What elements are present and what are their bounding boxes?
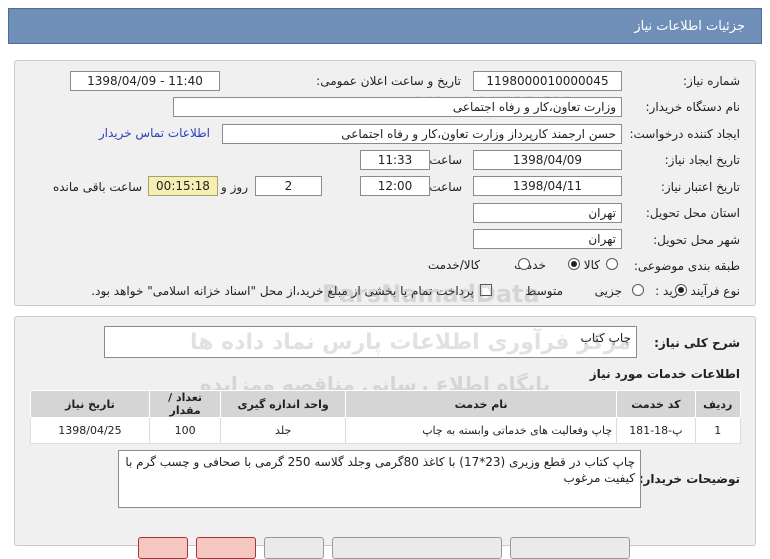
validity-date-field[interactable]: 1398/04/11 — [473, 176, 622, 196]
process-label: نوع فرآیند خرید : — [655, 284, 740, 298]
cell-service-code: پ-18-181 — [616, 417, 696, 444]
treasury-payment-note: پرداخت تمام یا بخشی از مبلغ خرید،از محل … — [91, 284, 474, 298]
bottom-button-5[interactable] — [510, 537, 630, 559]
col-quantity: تعداد / مقدار — [148, 390, 222, 418]
city-label: شهر محل تحویل: — [653, 233, 740, 247]
created-time-label: ساعت — [429, 153, 462, 167]
treasury-payment-checkbox[interactable] — [480, 284, 492, 296]
services-table: ردیف کد خدمت نام خدمت واحد اندازه گیری ت… — [30, 390, 742, 444]
city-field[interactable]: تهران — [473, 229, 622, 249]
buyer-org-label: نام دستگاه خریدار: — [645, 100, 741, 114]
cell-row: 1 — [694, 417, 742, 444]
announce-field[interactable]: 1398/04/09 - 11:40 — [70, 71, 220, 91]
col-service-name: نام خدمت — [345, 390, 618, 418]
col-service-code: کد خدمت — [616, 390, 696, 418]
created-date-field[interactable]: 1398/04/09 — [473, 150, 622, 170]
services-table-wrap: ردیف کد خدمت نام خدمت واحد اندازه گیری ت… — [30, 390, 742, 444]
buyer-desc-field[interactable]: چاپ کتاب در قطع وزیری (23*17) با کاغذ 80… — [118, 450, 641, 508]
requester-field[interactable]: حسن ارجمند کارپرداز وزارت تعاون،کار و رف… — [222, 124, 622, 144]
bottom-button-3[interactable] — [264, 537, 324, 559]
category-label: طبقه بندی موضوعی: — [633, 259, 740, 273]
validity-time-field[interactable]: 12:00 — [360, 176, 430, 196]
need-number-label: شماره نیاز: — [683, 74, 740, 88]
category-option-goods-service: کالا/خدمت — [427, 258, 480, 272]
cell-unit: جلد — [220, 417, 347, 444]
remaining-time-field: 00:15:18 — [148, 176, 218, 196]
process-option-minor: جزیی — [594, 284, 622, 298]
summary-label: شرح کلی نیاز: — [654, 336, 740, 350]
days-field[interactable]: 2 — [255, 176, 322, 196]
bottom-button-2[interactable] — [196, 537, 256, 559]
buyer-contact-link[interactable]: اطلاعات تماس خریدار — [99, 126, 210, 140]
summary-field[interactable]: چاپ کتاب — [104, 326, 637, 358]
bottom-button-4[interactable] — [332, 537, 502, 559]
category-radio-service[interactable] — [567, 258, 580, 270]
buyer-desc-label: توضیحات خریدار: — [638, 472, 740, 486]
col-unit: واحد اندازه گیری — [220, 390, 347, 418]
created-date-label: تاریخ ایجاد نیاز: — [664, 153, 740, 167]
col-row: ردیف — [694, 390, 742, 418]
table-row[interactable]: 1 پ-18-181 چاپ وفعالیت های خدماتی وابسته… — [30, 417, 742, 444]
days-label: روز و — [221, 180, 248, 194]
services-title: اطلاعات خدمات مورد نیاز — [589, 367, 740, 381]
province-label: استان محل تحویل: — [645, 206, 740, 220]
requester-label: ایجاد کننده درخواست: — [629, 127, 740, 141]
process-option-medium: متوسط — [525, 284, 563, 298]
province-field[interactable]: تهران — [473, 203, 622, 223]
announce-label: تاریخ و ساعت اعلان عمومی: — [316, 74, 461, 88]
page-title: جزئیات اطلاعات نیاز — [634, 19, 745, 34]
category-radio-goods[interactable] — [606, 258, 618, 270]
validity-time-label: ساعت — [429, 180, 462, 194]
category-option-goods: کالا — [583, 258, 600, 272]
created-time-field[interactable]: 11:33 — [360, 150, 430, 170]
validity-date-label: تاریخ اعتبار نیاز: — [660, 180, 740, 194]
cell-service-name: چاپ وفعالیت های خدماتی وابسته به چاپ — [345, 417, 618, 444]
remaining-label: ساعت باقی مانده — [52, 180, 142, 194]
cell-quantity: 100 — [148, 417, 222, 444]
buyer-org-field[interactable]: وزارت تعاون،کار و رفاه اجتماعی — [173, 97, 622, 117]
need-number-field[interactable]: 1198000010000045 — [473, 71, 622, 91]
page-header: جزئیات اطلاعات نیاز — [8, 8, 762, 44]
col-need-date: تاریخ نیاز — [30, 390, 150, 418]
category-radio-goods-service[interactable] — [517, 258, 530, 270]
bottom-button-1[interactable] — [138, 537, 188, 559]
cell-need-date: 1398/04/25 — [30, 417, 150, 444]
services-header-row: ردیف کد خدمت نام خدمت واحد اندازه گیری ت… — [30, 390, 742, 418]
